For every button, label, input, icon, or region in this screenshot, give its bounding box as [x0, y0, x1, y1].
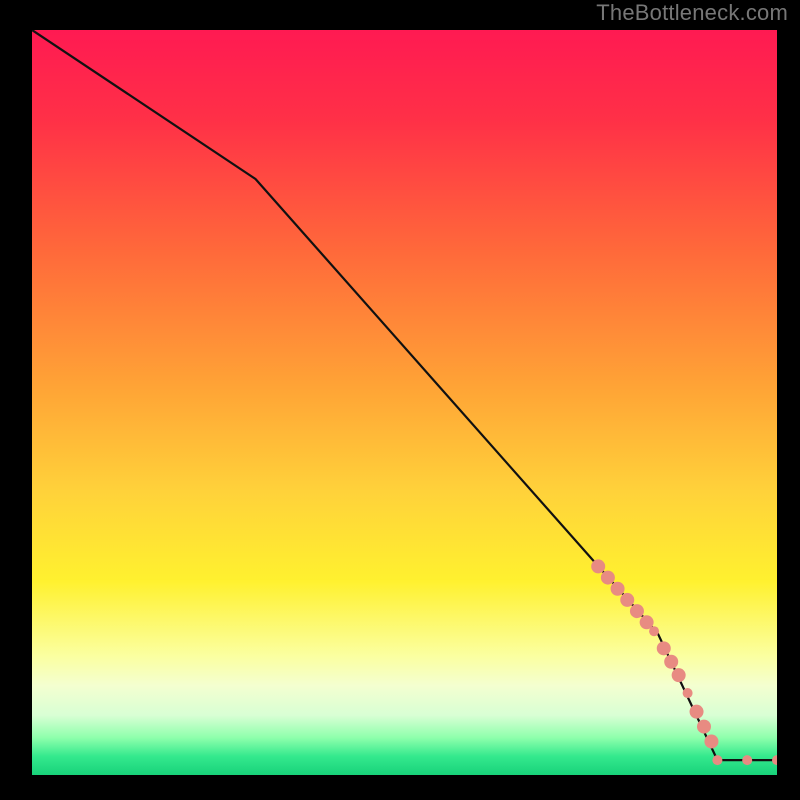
marker-dot	[611, 582, 625, 596]
marker-dot	[697, 720, 711, 734]
marker-dot	[683, 688, 693, 698]
marker-dot	[630, 604, 644, 618]
marker-dot	[601, 571, 615, 585]
marker-dot	[664, 655, 678, 669]
marker-dot	[657, 641, 671, 655]
marker-dot	[591, 559, 605, 573]
marker-dot	[742, 755, 752, 765]
chart-plot-area	[32, 30, 777, 775]
marker-dot	[620, 593, 634, 607]
marker-dot	[704, 734, 718, 748]
chart-stage: TheBottleneck.com	[0, 0, 800, 800]
marker-dot	[712, 755, 722, 765]
chart-svg	[32, 30, 777, 775]
watermark-label: TheBottleneck.com	[596, 0, 788, 26]
marker-dot	[672, 668, 686, 682]
marker-dot	[649, 626, 659, 636]
marker-dot	[690, 705, 704, 719]
